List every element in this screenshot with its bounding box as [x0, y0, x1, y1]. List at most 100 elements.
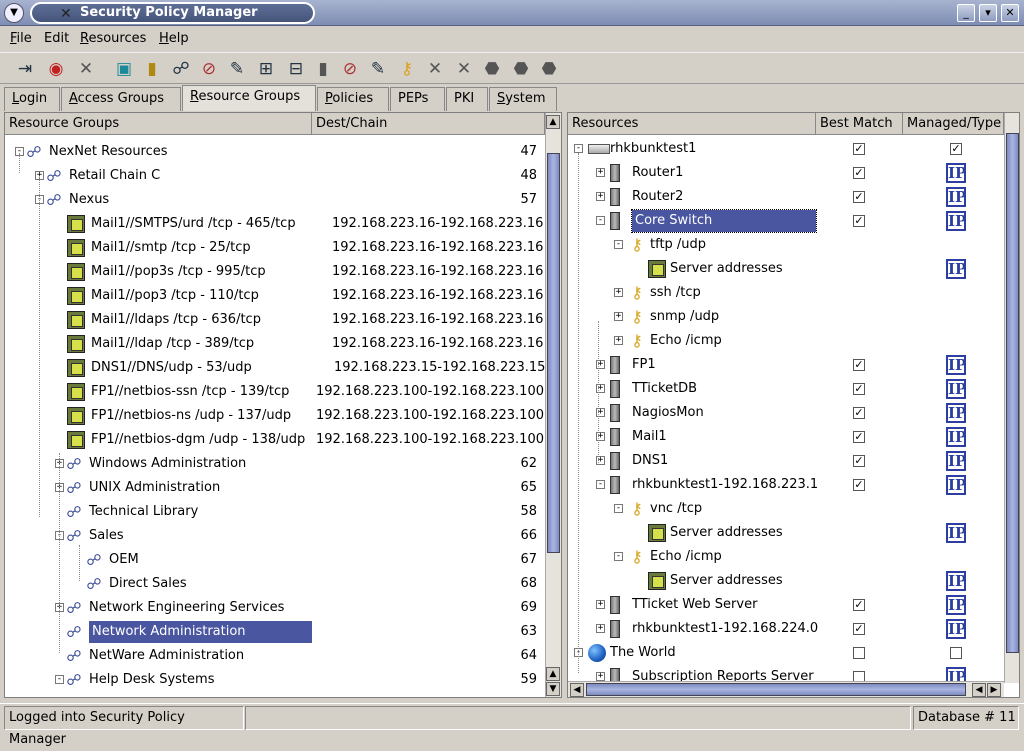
best-match-checkbox[interactable]: ✓: [853, 359, 865, 371]
left-scroll-thumb[interactable]: [547, 153, 560, 553]
resource-item-label[interactable]: The World: [610, 642, 676, 664]
remove-device-icon[interactable]: ⊟: [285, 58, 307, 80]
menu-resources[interactable]: Resources: [80, 31, 146, 46]
resource-item-label[interactable]: vnc /tcp: [650, 498, 702, 520]
expand-icon[interactable]: +: [614, 336, 623, 345]
close-icon[interactable]: ✕: [1001, 4, 1019, 22]
tree-item-label[interactable]: Mail1//ldap /tcp - 389/tcp: [91, 333, 254, 355]
tree-item-label[interactable]: Help Desk Systems: [89, 669, 214, 691]
maximize-icon[interactable]: ▾: [979, 4, 997, 22]
best-match-checkbox[interactable]: ✓: [853, 455, 865, 467]
expand-icon[interactable]: +: [596, 600, 605, 609]
resource-item-label[interactable]: FP1: [632, 354, 656, 376]
best-match-checkbox[interactable]: ✓: [853, 407, 865, 419]
resource-item-label[interactable]: Router1: [632, 162, 683, 184]
new-resource-icon[interactable]: ▣: [113, 58, 135, 80]
resource-item-label[interactable]: snmp /udp: [650, 306, 719, 328]
right-scroll-thumb[interactable]: [1006, 133, 1019, 653]
scroll-left-icon-2[interactable]: ◀: [972, 683, 986, 697]
tree-item-label[interactable]: Windows Administration: [89, 453, 246, 475]
wrench-icon[interactable]: ✕: [424, 58, 446, 80]
resource-item-label[interactable]: DNS1: [632, 450, 668, 472]
best-match-checkbox[interactable]: ✓: [853, 623, 865, 635]
collapse-icon[interactable]: -: [574, 144, 583, 153]
resource-item-label[interactable]: TTicket Web Server: [632, 594, 757, 616]
best-match-checkbox[interactable]: ✓: [853, 191, 865, 203]
expand-icon[interactable]: +: [614, 288, 623, 297]
resource-item-label[interactable]: Echo /icmp: [650, 330, 722, 352]
resource-item-label[interactable]: Server addresses: [670, 258, 783, 280]
add-device-icon[interactable]: ⊞: [255, 58, 277, 80]
scroll-up-icon[interactable]: ▲: [546, 115, 560, 129]
tab-login[interactable]: Login: [4, 87, 60, 111]
best-match-checkbox[interactable]: ✓: [853, 431, 865, 443]
tree-item-label[interactable]: Mail1//ldaps /tcp - 636/tcp: [91, 309, 261, 331]
tree-item-label[interactable]: FP1//netbios-ns /udp - 137/udp: [91, 405, 291, 427]
tree-item-label[interactable]: NexNet Resources: [49, 141, 168, 163]
expand-icon[interactable]: +: [614, 312, 623, 321]
resource-item-label[interactable]: tftp /udp: [650, 234, 706, 256]
tree-item-label[interactable]: Retail Chain C: [69, 165, 160, 187]
window-menu-icon[interactable]: ▼: [4, 3, 24, 23]
tab-system[interactable]: System: [489, 87, 557, 111]
edit-item-icon[interactable]: ✎: [367, 58, 389, 80]
managed-checkbox[interactable]: ✓: [950, 143, 962, 155]
col-header-resource-groups[interactable]: Resource Groups: [5, 113, 312, 135]
left-scrollbar[interactable]: ▲ ▲ ▼: [545, 113, 561, 697]
menu-help[interactable]: Help: [159, 31, 189, 46]
right-hscroll-thumb[interactable]: [586, 683, 966, 696]
expand-icon[interactable]: +: [596, 624, 605, 633]
right-scrollbar[interactable]: [1004, 113, 1019, 683]
tree-item-label[interactable]: FP1//netbios-ssn /tcp - 139/tcp: [91, 381, 289, 403]
tree-item-label[interactable]: UNIX Administration: [89, 477, 220, 499]
resource-item-label[interactable]: Router2: [632, 186, 683, 208]
edit-group-icon[interactable]: ✎: [226, 58, 248, 80]
resource-item-label[interactable]: Server addresses: [670, 570, 783, 592]
disabled-block-icon[interactable]: ▮: [312, 58, 334, 80]
tree-item-label[interactable]: NetWare Administration: [89, 645, 244, 667]
hammer-icon[interactable]: ✕: [453, 58, 475, 80]
resource-item-label[interactable]: rhkbunktest1: [610, 138, 696, 160]
scroll-up-icon-2[interactable]: ▲: [546, 667, 560, 681]
tree-item-label[interactable]: Nexus: [69, 189, 109, 211]
menu-edit[interactable]: Edit: [44, 31, 69, 46]
collapse-icon[interactable]: -: [596, 216, 605, 225]
expand-icon[interactable]: +: [596, 192, 605, 201]
shape-icon-1[interactable]: ⬣: [481, 58, 503, 80]
delete-item-icon[interactable]: ⊘: [339, 58, 361, 80]
tab-peps[interactable]: PEPs: [390, 87, 445, 111]
shape-icon-2[interactable]: ⬣: [510, 58, 532, 80]
menu-file[interactable]: File: [10, 31, 32, 46]
book-icon[interactable]: ▮: [141, 58, 163, 80]
tree-item-label[interactable]: DNS1//DNS/udp - 53/udp: [91, 357, 252, 379]
col-header-dest-chain[interactable]: Dest/Chain: [312, 113, 545, 135]
collapse-icon[interactable]: -: [596, 480, 605, 489]
best-match-checkbox[interactable]: ✓: [853, 167, 865, 179]
resource-item-label[interactable]: Mail1: [632, 426, 667, 448]
tree-item-label[interactable]: Technical Library: [89, 501, 198, 523]
managed-checkbox[interactable]: [950, 647, 962, 659]
refresh-icon[interactable]: ◉: [45, 58, 67, 80]
best-match-checkbox[interactable]: ✓: [853, 599, 865, 611]
network-group-icon[interactable]: ☍: [170, 58, 192, 80]
tree-item-label[interactable]: Sales: [89, 525, 124, 547]
tab-pki[interactable]: PKI: [446, 87, 488, 111]
collapse-icon[interactable]: -: [55, 675, 64, 684]
delete-group-icon[interactable]: ⊘: [198, 58, 220, 80]
scroll-left-icon[interactable]: ◀: [570, 683, 584, 697]
collapse-icon[interactable]: -: [614, 240, 623, 249]
col-header-managed-type[interactable]: Managed/Type: [903, 113, 1004, 135]
scroll-right-icon[interactable]: ▶: [987, 683, 1001, 697]
expand-icon[interactable]: +: [596, 168, 605, 177]
tree-item-label[interactable]: FP1//netbios-dgm /udp - 138/udp: [91, 429, 305, 451]
resource-item-label[interactable]: ssh /tcp: [650, 282, 701, 304]
best-match-checkbox[interactable]: ✓: [853, 143, 865, 155]
resource-item-label[interactable]: rhkbunktest1-192.168.224.0: [632, 618, 818, 640]
exit-icon[interactable]: ⇥: [14, 58, 36, 80]
resource-item-label[interactable]: NagiosMon: [632, 402, 704, 424]
tree-item-label[interactable]: Mail1//pop3s /tcp - 995/tcp: [91, 261, 266, 283]
tab-access-groups[interactable]: Access Groups: [61, 87, 181, 111]
tab-resource-groups[interactable]: Resource Groups: [182, 85, 316, 111]
resource-item-label[interactable]: rhkbunktest1-192.168.223.1: [632, 474, 818, 496]
scroll-down-icon[interactable]: ▼: [546, 682, 560, 696]
